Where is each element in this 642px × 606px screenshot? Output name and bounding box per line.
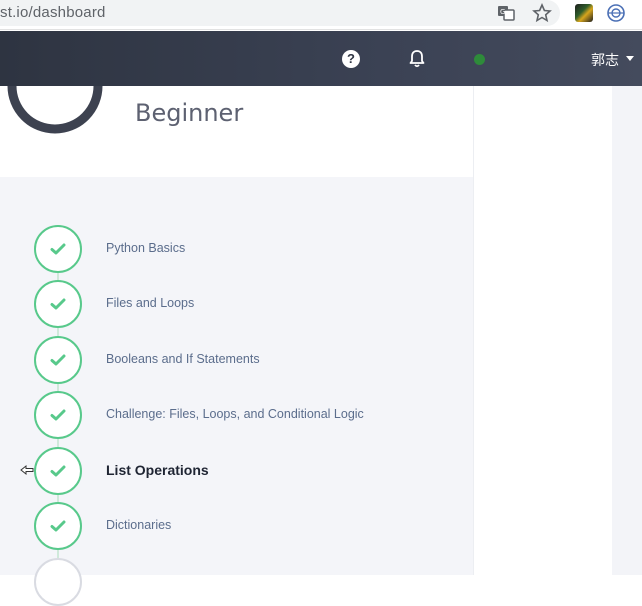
- step-label[interactable]: Booleans and If Statements: [106, 352, 260, 366]
- course-title: Beginner: [135, 99, 244, 127]
- help-icon[interactable]: ?: [342, 50, 360, 68]
- checkmark-icon: [50, 409, 66, 421]
- app-header: [0, 31, 642, 86]
- url-text[interactable]: st.io/dashboard: [0, 4, 106, 21]
- step-complete-circle: [34, 391, 82, 439]
- step-complete-circle: [34, 502, 82, 550]
- step-complete-circle: [34, 280, 82, 328]
- pointer-cursor-icon: [20, 464, 34, 476]
- checkmark-icon: [50, 354, 66, 366]
- online-status-dot: [474, 54, 485, 65]
- browser-url-bar: st.io/dashboard G: [0, 0, 642, 30]
- step-item[interactable]: Booleans and If Statements: [0, 336, 473, 386]
- step-item[interactable]: Files and Loops: [0, 280, 473, 330]
- notification-bell-icon[interactable]: [408, 49, 426, 69]
- extension-icon[interactable]: [575, 4, 593, 22]
- step-label[interactable]: Dictionaries: [106, 518, 171, 532]
- step-item[interactable]: Challenge: Files, Loops, and Conditional…: [0, 391, 473, 441]
- step-pending-circle[interactable]: [34, 558, 82, 606]
- step-complete-circle: [34, 447, 82, 495]
- checkmark-icon: [50, 298, 66, 310]
- step-item[interactable]: Dictionaries: [0, 502, 473, 552]
- step-label[interactable]: Files and Loops: [106, 296, 194, 310]
- step-label[interactable]: Challenge: Files, Loops, and Conditional…: [106, 407, 364, 421]
- chevron-down-icon[interactable]: [626, 56, 634, 61]
- step-complete-circle: [34, 225, 82, 273]
- user-name[interactable]: 郭志: [591, 50, 619, 70]
- checkmark-icon: [50, 520, 66, 532]
- course-progress-ring-icon: [7, 86, 103, 134]
- svg-text:G: G: [500, 8, 505, 16]
- step-item-current[interactable]: List Operations: [0, 447, 473, 497]
- translate-icon[interactable]: G: [496, 3, 516, 23]
- side-strip: [612, 86, 642, 575]
- extension-globe-icon[interactable]: [606, 3, 626, 23]
- step-complete-circle: [34, 336, 82, 384]
- checkmark-icon: [50, 465, 66, 477]
- step-label[interactable]: Python Basics: [106, 241, 185, 255]
- side-panel: [473, 86, 612, 575]
- course-header: Beginner: [0, 86, 473, 177]
- step-item[interactable]: Python Basics: [0, 225, 473, 275]
- step-label-current[interactable]: List Operations: [106, 462, 209, 478]
- address-field[interactable]: st.io/dashboard: [0, 0, 560, 26]
- checkmark-icon: [50, 243, 66, 255]
- bookmark-star-icon[interactable]: [532, 3, 552, 23]
